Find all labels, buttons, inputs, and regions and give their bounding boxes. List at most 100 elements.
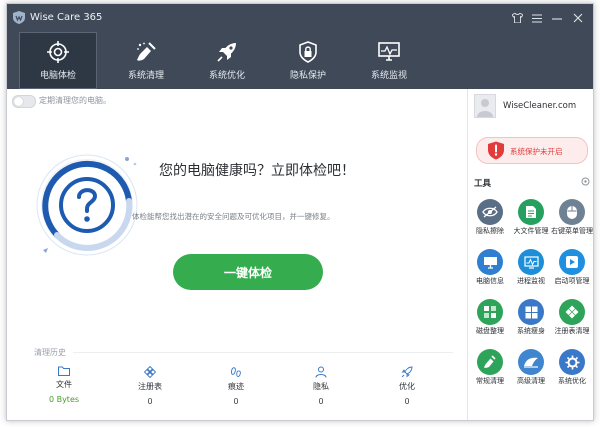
shirt-icon [511,13,523,23]
close-icon [573,13,583,23]
menu-icon [532,13,542,23]
rocket-icon [217,43,236,62]
history-item-optimize: 优化 0 [377,366,437,406]
alert-shield-icon [488,141,504,160]
lock-shield-icon [299,41,317,63]
tab-system-cleaner[interactable]: 系统清理 [107,32,185,89]
tool-computer-information[interactable]: 电脑信息 [469,249,511,286]
tool-label: 系统瘦身 [517,327,545,335]
history-value: 0 [147,397,153,406]
skin-button[interactable] [509,10,525,26]
history-value: 0 [404,397,410,406]
tool-label: 右键菜单管理 [551,227,593,235]
history-label: 文件 [56,380,72,389]
close-button[interactable] [570,10,586,26]
tool-system-tuneup[interactable]: 系统优化 [551,349,593,386]
one-click-scan-button[interactable]: 一键体检 [173,254,323,290]
health-description: 体检能帮您找出潜在的安全问题及可优化项目，并一键修复。 [132,212,335,221]
history-label: 痕迹 [228,382,244,391]
tab-label: 隐私保护 [289,71,326,81]
user-avatar-icon [477,99,493,117]
folder-icon [58,366,70,376]
tools-settings-icon[interactable] [581,177,590,186]
minimize-button[interactable] [549,10,565,26]
history-label: 优化 [399,382,415,391]
history-value: 0 [233,397,239,406]
tool-system-slimming[interactable]: 系统瘦身 [510,299,552,336]
history-value: 0 Bytes [48,395,80,404]
history-title: 清理历史 [34,348,66,357]
health-headline: 您的电脑健康吗？立即体检吧！ [159,163,355,179]
history-label: 注册表 [138,382,162,391]
tab-label: 系统优化 [208,71,245,81]
play-icon [559,249,585,275]
auto-check-label: 定期清理您的电脑。 [39,96,111,105]
tool-privacy-eraser[interactable]: 隐私擦除 [469,199,511,236]
account-name[interactable]: WiseCleaner.com [503,101,576,111]
history-value: 0 [318,397,324,406]
tool-label: 电脑信息 [476,277,504,285]
menu-button[interactable] [529,10,545,26]
history-item-privacy: 隐私 0 [291,366,351,406]
tool-label: 常规清理 [476,377,504,385]
tool-common-cleaner[interactable]: 常规清理 [469,349,511,386]
app-title: Wise Care 365 [30,12,103,23]
history-item-registry: 注册表 0 [120,366,180,406]
eye-slash-icon [477,199,503,225]
tab-system-monitor[interactable]: 系统监视 [350,32,428,89]
health-status-illustration [36,154,138,256]
rocket-small-icon [401,366,413,378]
title-bar: Wise Care 365 [7,4,593,32]
tab-label: 电脑体检 [39,71,76,81]
computer-info-icon [477,249,503,275]
tool-label: 启动项管理 [554,277,590,285]
mouse-icon [559,199,585,225]
minimize-icon [552,18,562,20]
windows-icon [518,299,544,325]
tools-title: 工具 [474,179,492,189]
registry-cleaner-icon [559,299,585,325]
tool-label: 系统优化 [558,377,586,385]
main-panel: 定期清理您的电脑。 您的电脑健康吗？立即体检吧！ 体检能帮您找出潜在的安全问题及… [7,89,467,420]
history-item-traces: 痕迹 0 [206,366,266,406]
monitor-icon [378,42,400,61]
target-icon [47,41,69,63]
tool-startup-manager[interactable]: 启动项管理 [551,249,593,286]
user-icon [315,366,327,378]
tab-system-tuneup[interactable]: 系统优化 [188,32,266,89]
registry-icon [144,366,156,378]
avatar[interactable] [474,94,496,118]
tool-large-file-manager[interactable]: 大文件管理 [510,199,552,236]
app-window: Wise Care 365 电脑体检 系统清理 系统优化 隐私保护 系统监视 定… [6,3,594,421]
tab-label: 系统清理 [127,71,164,81]
disk-defrag-icon [477,299,503,325]
broom-icon [137,42,156,61]
gear-icon [559,349,585,375]
footprint-icon [231,367,241,377]
tab-pc-checkup[interactable]: 电脑体检 [19,32,97,89]
protection-status-text: 系统保护未开启 [510,147,563,156]
tool-label: 磁盘整理 [476,327,504,335]
tab-label: 系统监视 [370,71,407,81]
app-logo-icon [13,11,25,24]
tool-process-monitor[interactable]: 进程监视 [510,249,552,286]
tool-label: 高级清理 [517,377,545,385]
protection-status-banner[interactable]: 系统保护未开启 [476,137,588,164]
advanced-cleaner-icon [518,349,544,375]
tool-label: 注册表清理 [554,327,590,335]
tool-registry-cleaner[interactable]: 注册表清理 [551,299,593,336]
tool-disk-defrag[interactable]: 磁盘整理 [469,299,511,336]
tool-label: 大文件管理 [513,227,549,235]
tool-label: 隐私擦除 [476,227,504,235]
broom-tool-icon [477,349,503,375]
toggle-knob [14,97,23,106]
tool-advanced-cleaner[interactable]: 高级清理 [510,349,552,386]
process-monitor-icon [518,249,544,275]
right-sidebar: WiseCleaner.com 系统保护未开启 工具 隐私擦除 大文件管理 右键… [467,89,593,420]
tool-context-menu-manager[interactable]: 右键菜单管理 [551,199,593,236]
history-item-files: 文件 0 Bytes [34,366,94,404]
tool-label: 进程监视 [517,277,545,285]
auto-check-toggle[interactable] [12,95,36,108]
tab-privacy-protector[interactable]: 隐私保护 [269,32,347,89]
main-navigation: 电脑体检 系统清理 系统优化 隐私保护 系统监视 [7,32,593,89]
